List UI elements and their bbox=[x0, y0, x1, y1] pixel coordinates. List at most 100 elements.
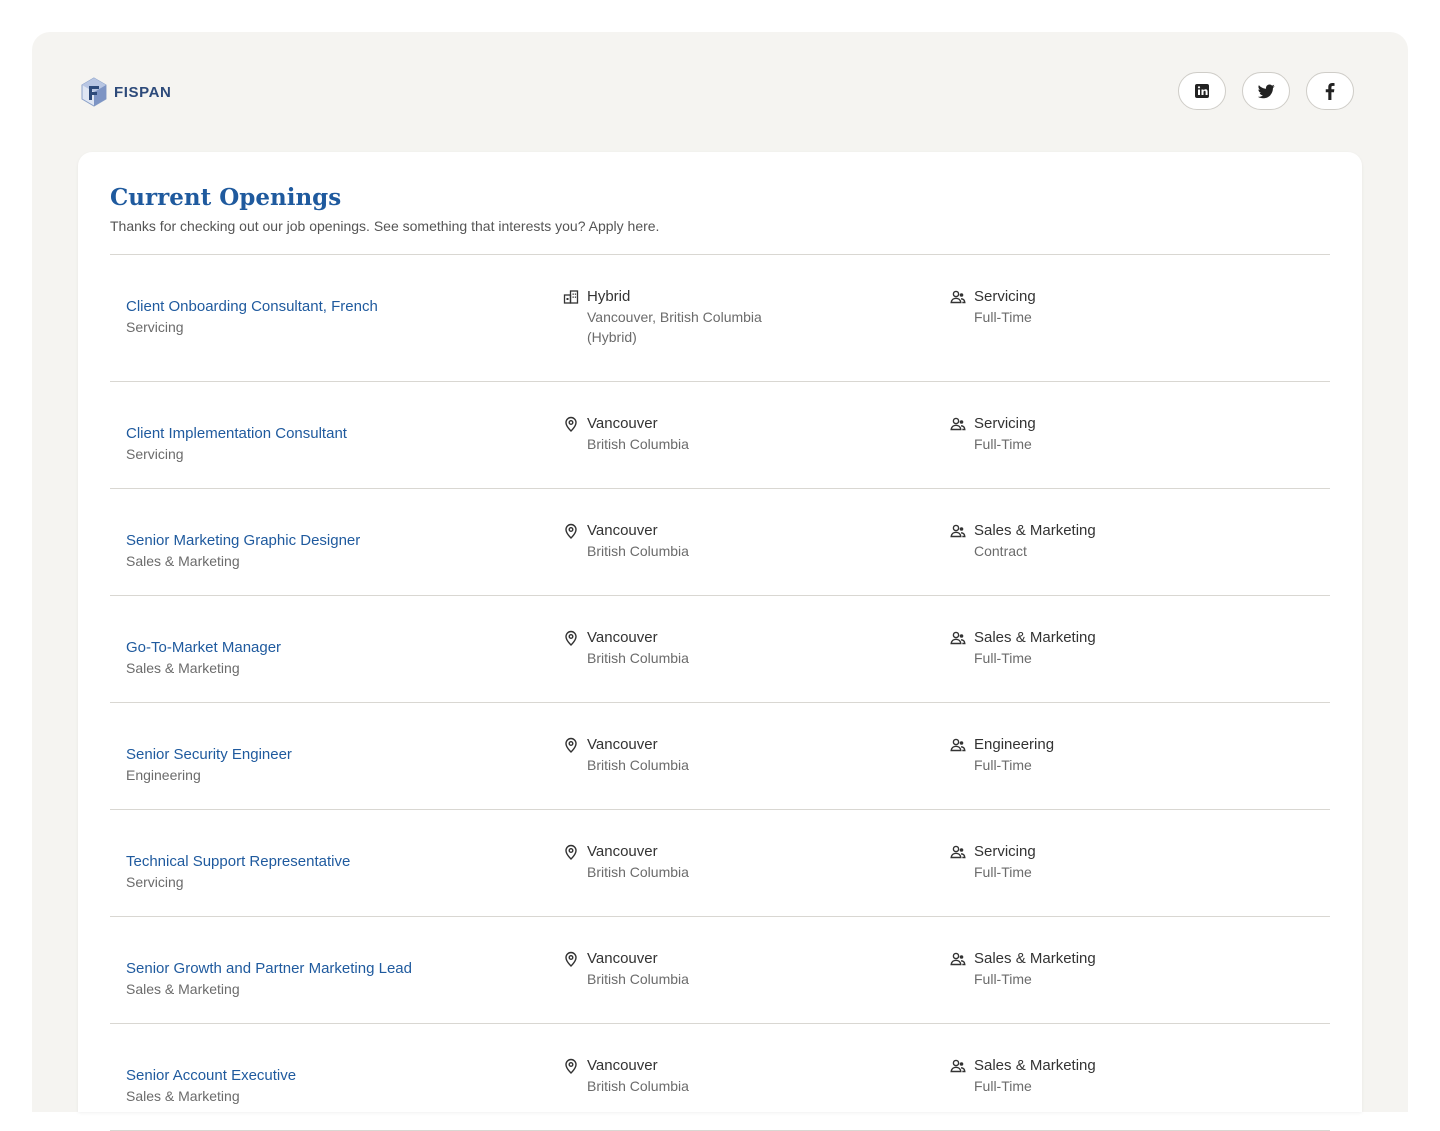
job-team: Servicing bbox=[126, 874, 184, 890]
job-location: British Columbia bbox=[587, 757, 689, 773]
job-location-cell: Vancouver British Columbia bbox=[563, 842, 903, 882]
job-location: British Columbia bbox=[587, 1078, 689, 1094]
job-employment-type: Full-Time bbox=[974, 309, 1032, 325]
job-location-cell: Vancouver British Columbia bbox=[563, 521, 903, 561]
job-title-link[interactable]: Senior Security Engineer bbox=[126, 745, 546, 765]
job-location-cell: Vancouver British Columbia bbox=[563, 735, 903, 775]
job-row[interactable]: Senior Marketing Graphic Designer Sales … bbox=[110, 489, 1330, 596]
people-icon bbox=[950, 417, 966, 431]
people-icon bbox=[950, 1059, 966, 1073]
job-location-type: Vancouver bbox=[587, 629, 658, 646]
job-location: British Columbia bbox=[587, 971, 689, 987]
job-location-type: Vancouver bbox=[587, 522, 658, 539]
job-row[interactable]: Senior Account Executive Sales & Marketi… bbox=[110, 1024, 1330, 1131]
job-team: Sales & Marketing bbox=[126, 981, 240, 997]
job-location-type: Hybrid bbox=[587, 288, 631, 305]
job-location-cell: Vancouver British Columbia bbox=[563, 628, 903, 668]
job-team: Servicing bbox=[126, 446, 184, 462]
job-location: British Columbia bbox=[587, 436, 689, 452]
job-location-type: Vancouver bbox=[587, 843, 658, 860]
job-department-cell: Sales & Marketing Contract bbox=[950, 521, 1290, 561]
job-employment-type: Full-Time bbox=[974, 864, 1032, 880]
page-subtitle: Thanks for checking out our job openings… bbox=[110, 218, 660, 234]
header: FISPAN bbox=[80, 72, 1354, 124]
job-department-cell: Servicing Full-Time bbox=[950, 287, 1290, 327]
job-title-link[interactable]: Senior Growth and Partner Marketing Lead bbox=[126, 959, 546, 979]
job-department: Servicing bbox=[974, 288, 1036, 305]
office-icon bbox=[563, 290, 579, 304]
job-department: Engineering bbox=[974, 736, 1055, 753]
pin-icon bbox=[565, 844, 577, 860]
job-team: Sales & Marketing bbox=[126, 1088, 240, 1104]
page-title: Current Openings bbox=[110, 184, 342, 211]
job-title-link[interactable]: Client Implementation Consultant bbox=[126, 424, 546, 444]
job-title-link[interactable]: Senior Account Executive bbox=[126, 1066, 546, 1086]
job-department: Sales & Marketing bbox=[974, 1057, 1096, 1074]
job-location: Vancouver, British Columbia (Hybrid) bbox=[587, 309, 762, 345]
people-icon bbox=[950, 738, 966, 752]
job-row[interactable]: Go-To-Market Manager Sales & Marketing V… bbox=[110, 596, 1330, 703]
job-team: Engineering bbox=[126, 767, 201, 783]
openings-card: Current Openings Thanks for checking out… bbox=[78, 152, 1362, 1131]
job-location: British Columbia bbox=[587, 543, 689, 559]
job-title-cell: Technical Support Representative Servici… bbox=[126, 852, 546, 892]
people-icon bbox=[950, 290, 966, 304]
people-icon bbox=[950, 524, 966, 538]
social-links bbox=[1178, 72, 1354, 110]
pin-icon bbox=[565, 737, 577, 753]
people-icon bbox=[950, 631, 966, 645]
job-location: British Columbia bbox=[587, 650, 689, 666]
job-title-link[interactable]: Senior Marketing Graphic Designer bbox=[126, 531, 546, 551]
job-location-cell: Vancouver British Columbia bbox=[563, 949, 903, 989]
job-row[interactable]: Client Onboarding Consultant, French Ser… bbox=[110, 255, 1330, 382]
job-location: British Columbia bbox=[587, 864, 689, 880]
job-title-link[interactable]: Client Onboarding Consultant, French bbox=[126, 297, 546, 317]
job-row[interactable]: Senior Growth and Partner Marketing Lead… bbox=[110, 917, 1330, 1024]
pin-icon bbox=[565, 416, 577, 432]
job-title-link[interactable]: Technical Support Representative bbox=[126, 852, 546, 872]
job-row[interactable]: Senior Security Engineer Engineering Van… bbox=[110, 703, 1330, 810]
job-department-cell: Sales & Marketing Full-Time bbox=[950, 949, 1290, 989]
job-location-cell: Vancouver British Columbia bbox=[563, 1056, 903, 1096]
job-location-type: Vancouver bbox=[587, 950, 658, 967]
pin-icon bbox=[565, 951, 577, 967]
twitter-button[interactable] bbox=[1242, 72, 1290, 110]
brand-logo[interactable]: FISPAN bbox=[80, 76, 172, 108]
job-employment-type: Contract bbox=[974, 543, 1027, 559]
job-title-cell: Senior Marketing Graphic Designer Sales … bbox=[126, 531, 546, 571]
job-department: Sales & Marketing bbox=[974, 629, 1096, 646]
job-title-cell: Go-To-Market Manager Sales & Marketing bbox=[126, 638, 546, 678]
job-team: Sales & Marketing bbox=[126, 553, 240, 569]
job-title-cell: Senior Security Engineer Engineering bbox=[126, 745, 546, 785]
page-shell: FISPAN Current Openings Thanks for check… bbox=[32, 32, 1408, 1131]
job-employment-type: Full-Time bbox=[974, 1078, 1032, 1094]
twitter-icon bbox=[1257, 83, 1275, 98]
job-department: Sales & Marketing bbox=[974, 522, 1096, 539]
job-title-link[interactable]: Go-To-Market Manager bbox=[126, 638, 546, 658]
job-title-cell: Senior Growth and Partner Marketing Lead… bbox=[126, 959, 546, 999]
job-location-type: Vancouver bbox=[587, 736, 658, 753]
people-icon bbox=[950, 845, 966, 859]
job-row[interactable]: Client Implementation Consultant Servici… bbox=[110, 382, 1330, 489]
linkedin-button[interactable] bbox=[1178, 72, 1226, 110]
linkedin-icon bbox=[1195, 84, 1209, 98]
logo-icon bbox=[81, 77, 107, 107]
job-team: Servicing bbox=[126, 319, 184, 335]
job-location-type: Vancouver bbox=[587, 415, 658, 432]
job-department: Servicing bbox=[974, 415, 1036, 432]
job-department-cell: Servicing Full-Time bbox=[950, 414, 1290, 454]
job-department-cell: Sales & Marketing Full-Time bbox=[950, 628, 1290, 668]
brand-name: FISPAN bbox=[114, 83, 172, 101]
job-department: Sales & Marketing bbox=[974, 950, 1096, 967]
job-title-cell: Client Onboarding Consultant, French Ser… bbox=[126, 297, 546, 337]
job-department-cell: Engineering Full-Time bbox=[950, 735, 1290, 775]
job-employment-type: Full-Time bbox=[974, 650, 1032, 666]
job-list: Client Onboarding Consultant, French Ser… bbox=[110, 254, 1330, 1131]
job-location-cell: Vancouver British Columbia bbox=[563, 414, 903, 454]
job-row[interactable]: Technical Support Representative Servici… bbox=[110, 810, 1330, 917]
facebook-button[interactable] bbox=[1306, 72, 1354, 110]
job-department-cell: Servicing Full-Time bbox=[950, 842, 1290, 882]
job-employment-type: Full-Time bbox=[974, 971, 1032, 987]
pin-icon bbox=[565, 630, 577, 646]
job-title-cell: Senior Account Executive Sales & Marketi… bbox=[126, 1066, 546, 1106]
